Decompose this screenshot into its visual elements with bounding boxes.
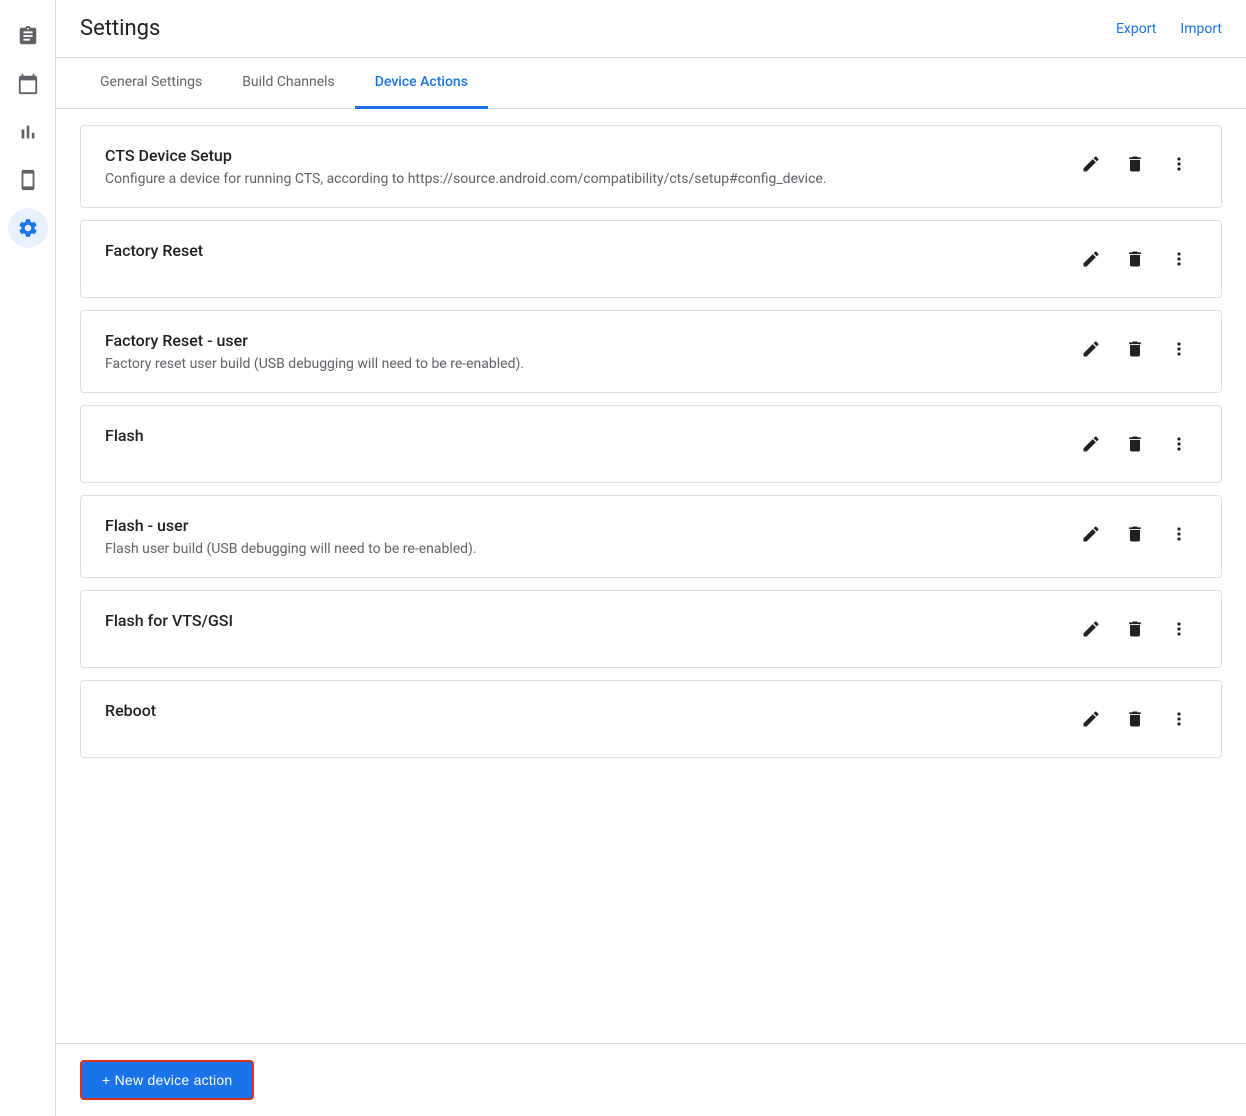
header: Settings Export Import [56,0,1246,58]
sidebar-item-calendar[interactable] [8,64,48,104]
action-card-flash: Flash [80,405,1222,483]
action-name-factory-reset-user: Factory Reset - user [105,331,1073,350]
action-card-flash-vts-gsi: Flash for VTS/GSI [80,590,1222,668]
sidebar-item-device[interactable] [8,160,48,200]
edit-button-factory-reset[interactable] [1073,241,1109,277]
header-actions: Export Import [1116,21,1222,37]
action-card-flash-user: Flash - user Flash user build (USB debugg… [80,495,1222,578]
tab-build-channels[interactable]: Build Channels [222,58,355,109]
edit-button-flash-vts-gsi[interactable] [1073,611,1109,647]
action-card-cts-device-setup: CTS Device Setup Configure a device for r… [80,125,1222,208]
page-title: Settings [80,16,160,41]
sidebar-item-clipboard[interactable] [8,16,48,56]
content-area: CTS Device Setup Configure a device for r… [56,109,1246,1043]
edit-button-flash-user[interactable] [1073,516,1109,552]
export-link[interactable]: Export [1116,21,1156,37]
new-device-action-button[interactable]: + New device action [80,1060,254,1100]
tab-general-settings[interactable]: General Settings [80,58,222,109]
action-controls-factory-reset-user [1073,331,1197,367]
tab-device-actions[interactable]: Device Actions [355,58,488,109]
sidebar-item-chart[interactable] [8,112,48,152]
action-info-flash-vts-gsi: Flash for VTS/GSI [105,611,1073,636]
action-controls-flash-user [1073,516,1197,552]
edit-button-cts-device-setup[interactable] [1073,146,1109,182]
action-name-reboot: Reboot [105,701,1073,720]
action-info-reboot: Reboot [105,701,1073,726]
action-info-factory-reset-user: Factory Reset - user Factory reset user b… [105,331,1073,372]
more-button-flash-vts-gsi[interactable] [1161,611,1197,647]
more-button-factory-reset[interactable] [1161,241,1197,277]
action-name-flash-user: Flash - user [105,516,1073,535]
action-card-reboot: Reboot [80,680,1222,758]
more-button-reboot[interactable] [1161,701,1197,737]
edit-button-factory-reset-user[interactable] [1073,331,1109,367]
main-content: Settings Export Import General Settings … [56,0,1246,1116]
sidebar [0,0,56,1116]
action-controls-cts-device-setup [1073,146,1197,182]
delete-button-flash-vts-gsi[interactable] [1117,611,1153,647]
action-desc-flash-user: Flash user build (USB debugging will nee… [105,541,1073,557]
footer: + New device action [56,1043,1246,1116]
delete-button-cts-device-setup[interactable] [1117,146,1153,182]
action-controls-reboot [1073,701,1197,737]
action-controls-flash [1073,426,1197,462]
action-name-flash-vts-gsi: Flash for VTS/GSI [105,611,1073,630]
action-desc-factory-reset-user: Factory reset user build (USB debugging … [105,356,1073,372]
delete-button-reboot[interactable] [1117,701,1153,737]
delete-button-factory-reset[interactable] [1117,241,1153,277]
action-name-factory-reset: Factory Reset [105,241,1073,260]
tabs-bar: General Settings Build Channels Device A… [56,58,1246,109]
action-card-factory-reset: Factory Reset [80,220,1222,298]
action-info-flash: Flash [105,426,1073,451]
more-button-flash[interactable] [1161,426,1197,462]
action-controls-factory-reset [1073,241,1197,277]
action-name-cts-device-setup: CTS Device Setup [105,146,1073,165]
action-controls-flash-vts-gsi [1073,611,1197,647]
action-desc-cts-device-setup: Configure a device for running CTS, acco… [105,171,1073,187]
more-button-cts-device-setup[interactable] [1161,146,1197,182]
action-card-factory-reset-user: Factory Reset - user Factory reset user b… [80,310,1222,393]
action-info-flash-user: Flash - user Flash user build (USB debugg… [105,516,1073,557]
edit-button-reboot[interactable] [1073,701,1109,737]
delete-button-flash[interactable] [1117,426,1153,462]
more-button-flash-user[interactable] [1161,516,1197,552]
sidebar-item-settings[interactable] [8,208,48,248]
import-link[interactable]: Import [1180,21,1222,37]
action-info-cts-device-setup: CTS Device Setup Configure a device for r… [105,146,1073,187]
delete-button-flash-user[interactable] [1117,516,1153,552]
more-button-factory-reset-user[interactable] [1161,331,1197,367]
delete-button-factory-reset-user[interactable] [1117,331,1153,367]
edit-button-flash[interactable] [1073,426,1109,462]
action-info-factory-reset: Factory Reset [105,241,1073,266]
action-name-flash: Flash [105,426,1073,445]
